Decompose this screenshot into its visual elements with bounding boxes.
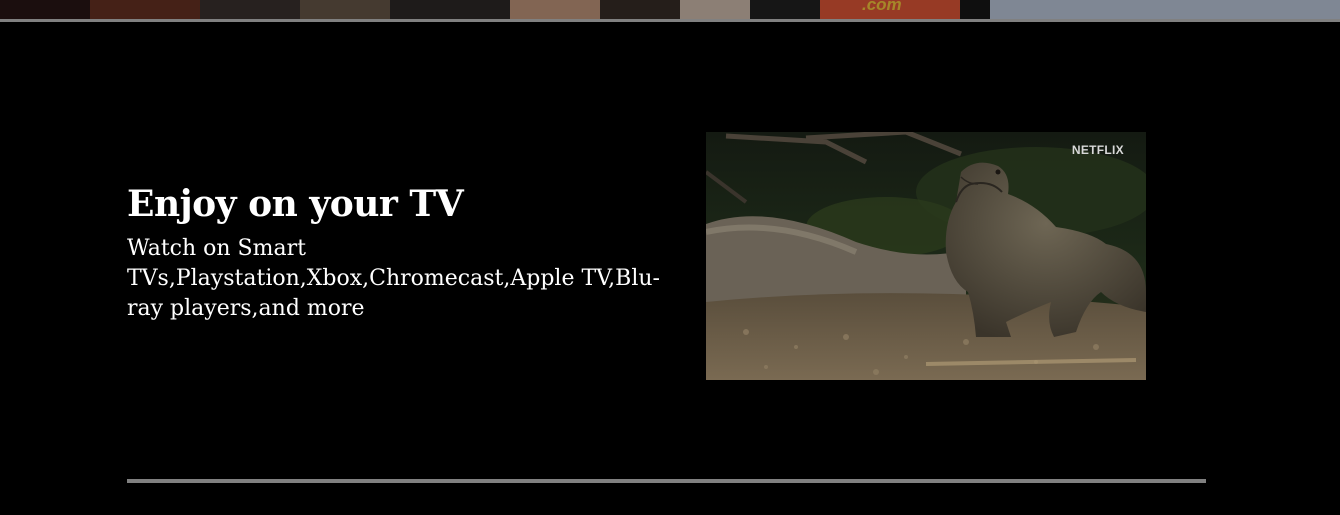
feature-text-block: Enjoy on your TV Watch on Smart TVs,Play… [127, 182, 672, 324]
feature-subtitle: Watch on Smart TVs,Playstation,Xbox,Chro… [127, 236, 660, 321]
tv-feature-section: Enjoy on your TV Watch on Smart TVs,Play… [0, 22, 1340, 480]
komodo-dragon-video-still [706, 132, 1146, 380]
hero-background-strip: .com [0, 0, 1340, 19]
feature-video: NETFLIX [706, 132, 1146, 380]
netflix-watermark: NETFLIX [1071, 143, 1124, 157]
feature-title: Enjoy on your TV [127, 183, 464, 225]
section-divider [127, 479, 1206, 483]
